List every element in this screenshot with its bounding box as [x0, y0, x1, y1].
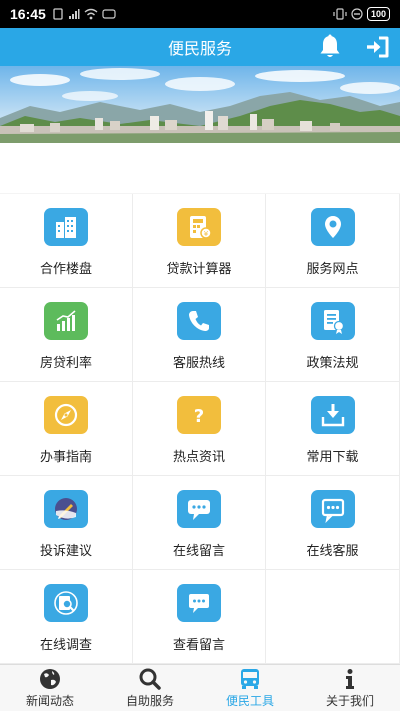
status-bar: 16:45 100 — [0, 0, 400, 28]
location-pin-icon — [310, 208, 355, 246]
battery-indicator: 100 — [366, 7, 390, 21]
grid-item-label: 在线留言 — [172, 544, 225, 559]
chat-bubble-icon — [177, 490, 221, 528]
nav-label: 自助服务 — [125, 694, 174, 708]
grid-item-service-outlets[interactable]: 服务网点 — [266, 194, 400, 288]
bus-icon — [241, 669, 259, 689]
do-not-disturb-icon — [351, 8, 363, 20]
nav-label: 便民工具 — [225, 694, 274, 708]
bell-icon[interactable] — [318, 34, 342, 60]
document-badge-icon — [310, 302, 355, 340]
grid-item-online-customer-service[interactable]: 在线客服 — [266, 476, 400, 570]
page-title: 便民服务 — [167, 39, 232, 58]
nav-label: 关于我们 — [325, 694, 374, 708]
grid-item-complaints-suggestions[interactable]: 投诉建议 — [0, 476, 133, 570]
vibrate-icon — [333, 8, 347, 20]
app-header: 便民服务 — [0, 28, 400, 66]
pen-feedback-icon — [44, 490, 88, 528]
message-view-icon — [177, 584, 221, 622]
grid-item-label: 在线调查 — [39, 638, 92, 653]
svg-text:?: ? — [194, 406, 204, 427]
grid-item-label: 常用下载 — [306, 450, 359, 465]
nav-item-self-service[interactable]: 自助服务 — [100, 665, 200, 711]
grid-item-label: 办事指南 — [39, 450, 92, 465]
grid-item-label: 热点资讯 — [172, 450, 225, 465]
grid-item-loan-calculator[interactable]: ¥ 贷款计算器 — [133, 194, 266, 288]
grid-item-service-guide[interactable]: 办事指南 — [0, 382, 133, 476]
city-panorama-image — [0, 66, 400, 143]
grid-item-service-hotline[interactable]: 客服热线 — [133, 288, 266, 382]
service-grid: 合作楼盘 ¥ 贷款计算器 服务网点 房贷利率 客服热线 政策法规 办事指南 ? … — [0, 194, 400, 664]
grid-item-policies-regulations[interactable]: 政策法规 — [266, 288, 400, 382]
status-left-icons — [52, 8, 116, 20]
grid-item-mortgage-rate[interactable]: 房贷利率 — [0, 288, 133, 382]
nav-label: 新闻动态 — [25, 694, 74, 708]
svg-text:¥: ¥ — [204, 230, 209, 238]
calculator-icon: ¥ — [177, 208, 221, 246]
nav-item-convenience-tools[interactable]: 便民工具 — [200, 665, 300, 711]
grid-item-common-downloads[interactable]: 常用下载 — [266, 382, 400, 476]
building-icon — [44, 208, 88, 246]
chat-square-icon — [310, 490, 355, 528]
bar-chart-icon — [44, 302, 88, 340]
grid-item-label: 服务网点 — [306, 262, 359, 277]
grid-item-online-message[interactable]: 在线留言 — [133, 476, 266, 570]
grid-item-label: 在线客服 — [306, 544, 359, 559]
banner-spacer — [0, 143, 400, 193]
nav-item-about-us[interactable]: 关于我们 — [300, 665, 400, 711]
logout-icon[interactable] — [365, 35, 391, 59]
grid-item-cooperative-properties[interactable]: 合作楼盘 — [0, 194, 133, 288]
bottom-nav: 新闻动态 自助服务 便民工具 关于我们 — [0, 664, 400, 711]
signal-icon — [68, 9, 80, 19]
grid-item-label: 政策法规 — [306, 356, 359, 371]
compass-icon — [44, 396, 88, 434]
magnifier-icon — [139, 668, 161, 690]
grid-item-label: 贷款计算器 — [166, 262, 232, 277]
nfc-icon — [102, 9, 116, 19]
grid-item-label: 客服热线 — [172, 356, 225, 371]
info-icon — [346, 669, 354, 689]
question-icon: ? — [177, 396, 221, 434]
phone-icon — [177, 302, 221, 340]
grid-item-label: 合作楼盘 — [39, 262, 92, 277]
grid-item-label: 投诉建议 — [39, 544, 92, 559]
grid-item-view-messages[interactable]: 查看留言 — [133, 570, 266, 664]
app-screen: 16:45 100 便民服务 合作楼盘 ¥ 贷款计算器 服务网点 房贷利率 客服… — [0, 0, 400, 711]
status-time: 16:45 — [10, 6, 46, 22]
grid-item-hot-news[interactable]: ? 热点资讯 — [133, 382, 266, 476]
city-panorama-banner — [0, 66, 400, 143]
grid-item-label: 查看留言 — [172, 638, 225, 653]
survey-search-icon — [44, 584, 88, 622]
wifi-icon — [84, 8, 98, 20]
grid-item-online-survey[interactable]: 在线调查 — [0, 570, 133, 664]
download-icon — [310, 396, 355, 434]
grid-item-label: 房贷利率 — [39, 356, 92, 371]
status-right-icons: 100 — [333, 7, 390, 21]
globe-icon — [40, 669, 60, 689]
grid-empty-cell — [266, 570, 400, 664]
nav-item-news[interactable]: 新闻动态 — [0, 665, 100, 711]
sim-icon — [53, 8, 63, 20]
